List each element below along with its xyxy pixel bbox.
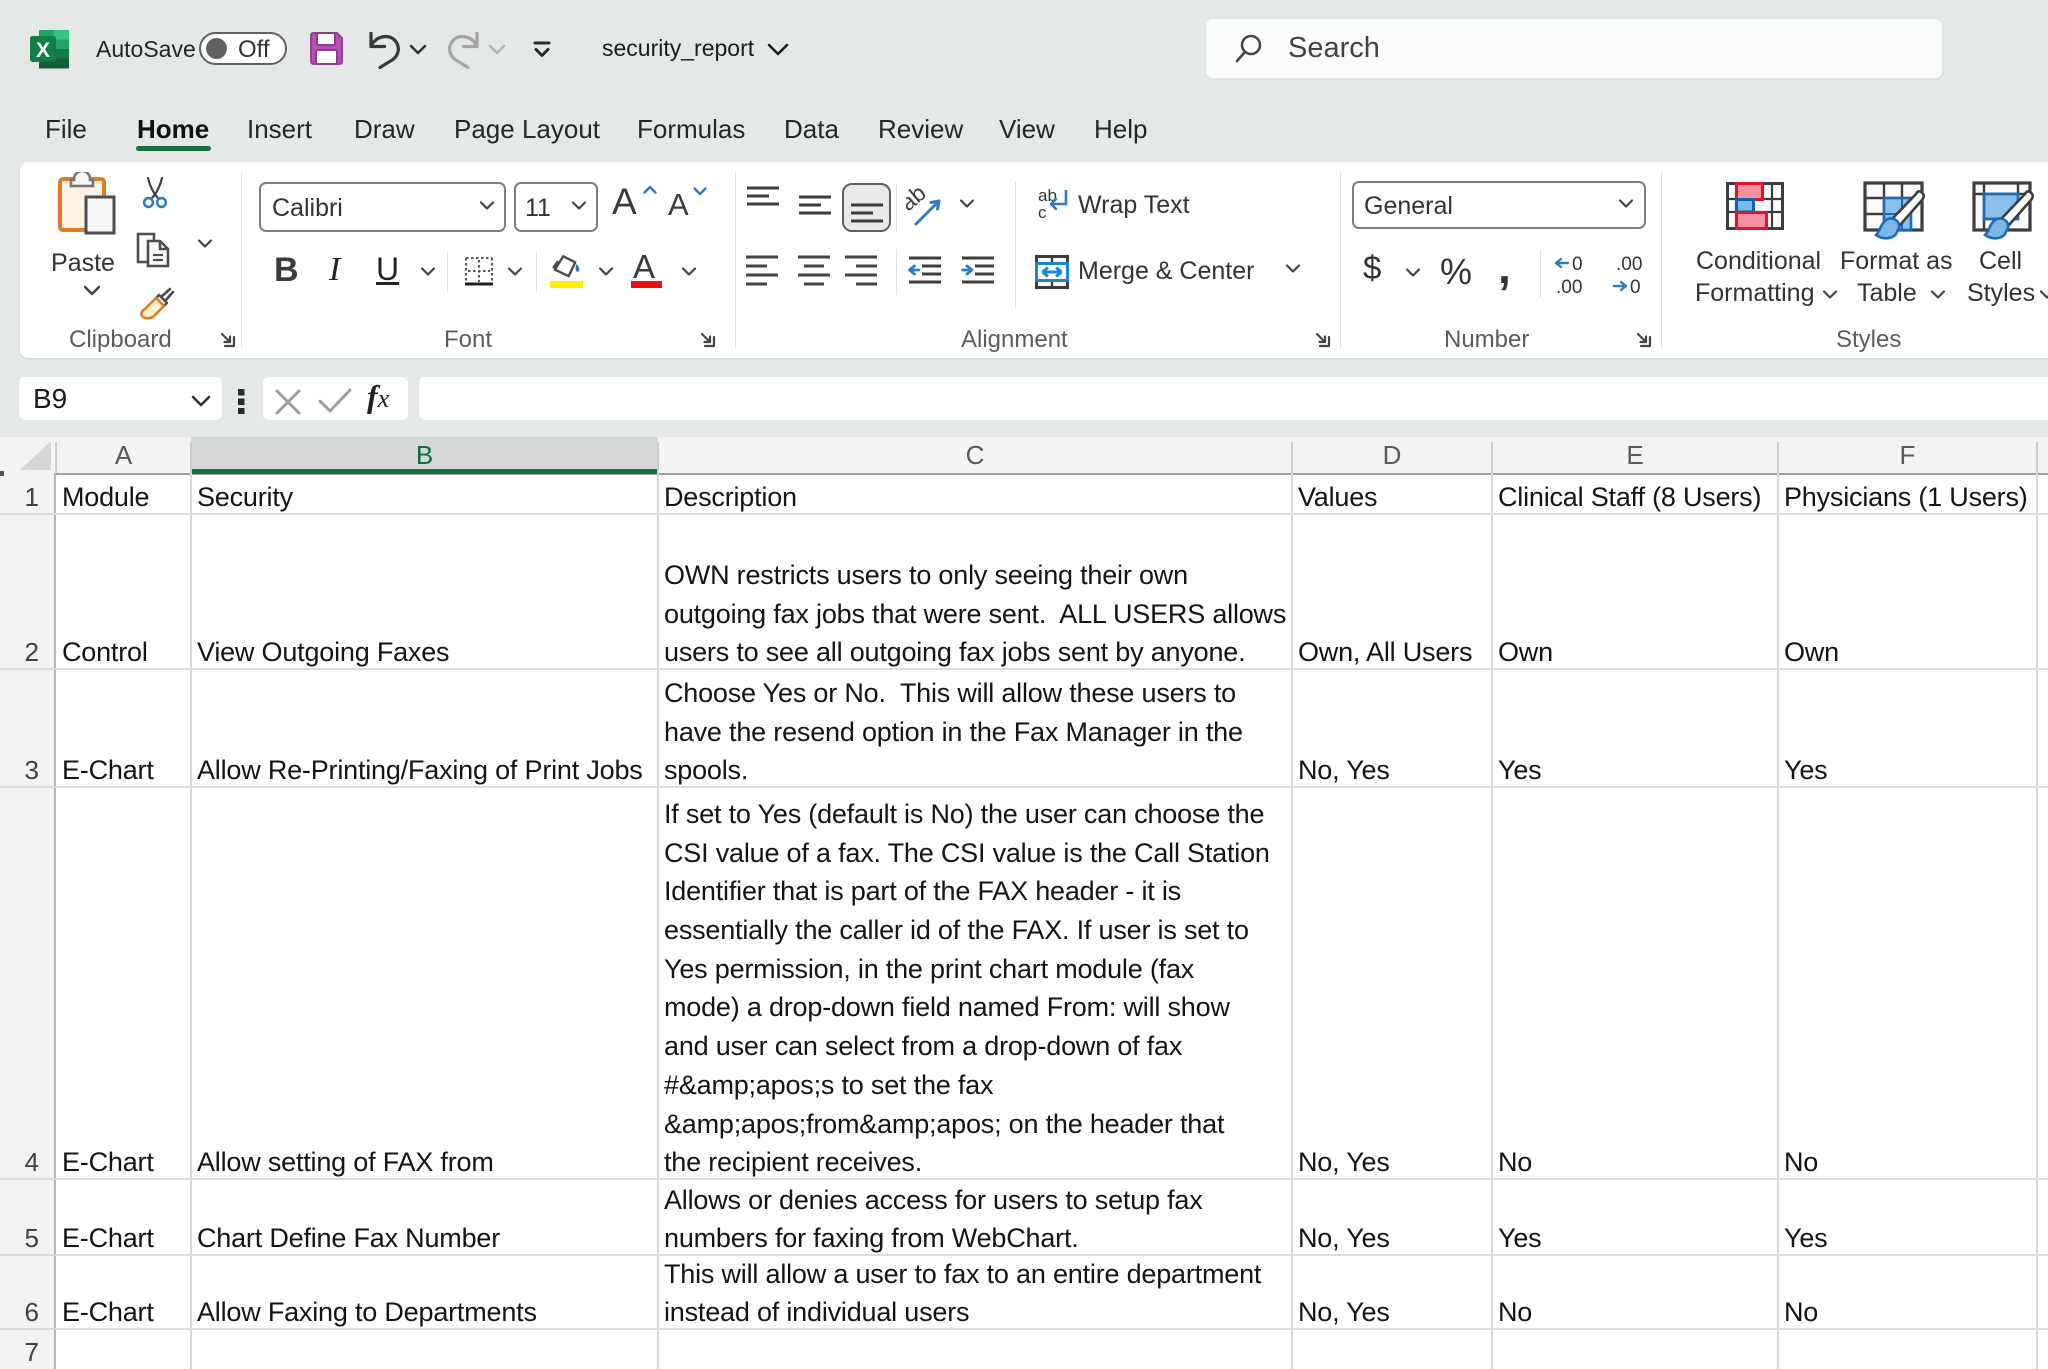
svg-text:.00: .00 [1616,254,1642,275]
svg-text:0: 0 [1630,277,1641,297]
svg-text:c: c [1038,203,1047,222]
svg-text:X: X [36,39,50,62]
svg-text:.00: .00 [1556,277,1582,297]
svg-text:0: 0 [1572,254,1583,275]
